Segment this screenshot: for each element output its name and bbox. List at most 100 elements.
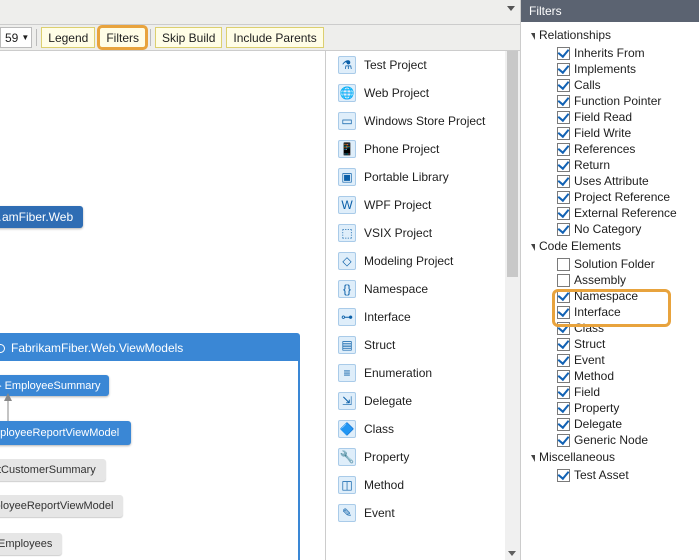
diagram-canvas[interactable]: …amFiber.Web FabrikamFiber.Web.ViewModel… <box>0 51 325 560</box>
node-root[interactable]: …amFiber.Web <box>0 206 83 228</box>
filter-checkbox-row[interactable]: Calls <box>521 77 699 93</box>
checkbox[interactable] <box>557 354 570 367</box>
toolbox-item[interactable]: 🔧Property <box>328 443 520 471</box>
checkbox[interactable] <box>557 258 570 271</box>
node-employees[interactable]: Employees <box>0 533 62 555</box>
overflow-chevron-icon[interactable] <box>507 6 515 11</box>
include-parents-label: Include Parents <box>233 31 316 45</box>
filter-checkbox-row[interactable]: No Category <box>521 221 699 237</box>
checkbox[interactable] <box>557 63 570 76</box>
group-header[interactable]: FabrikamFiber.Web.ViewModels <box>0 335 298 361</box>
checkbox[interactable] <box>557 290 570 303</box>
filter-checkbox-row[interactable]: Return <box>521 157 699 173</box>
checkbox[interactable] <box>557 143 570 156</box>
checkbox[interactable] <box>557 111 570 124</box>
toolbox-item[interactable]: ◇Modeling Project <box>328 247 520 275</box>
toolbox-item[interactable]: ◫Method <box>328 471 520 499</box>
checkbox[interactable] <box>557 338 570 351</box>
toolbox-item[interactable]: ⇲Delegate <box>328 387 520 415</box>
toolbox-item[interactable]: ▤Struct <box>328 331 520 359</box>
checkbox[interactable] <box>557 127 570 140</box>
node-report-vm-1[interactable]: nployeeReportViewModel <box>0 421 131 445</box>
filter-checkbox-row[interactable]: Implements <box>521 61 699 77</box>
checkbox[interactable] <box>557 274 570 287</box>
toolbox-item[interactable]: ⚗Test Project <box>328 51 520 79</box>
checkbox[interactable] <box>557 434 570 447</box>
include-parents-button[interactable]: Include Parents <box>226 27 323 48</box>
filter-checkbox-row[interactable]: Generic Node <box>521 432 699 448</box>
checkbox[interactable] <box>557 223 570 236</box>
toolbox-item[interactable]: 🌐 Web Project <box>328 79 520 107</box>
checkbox[interactable] <box>557 418 570 431</box>
filter-checkbox-row[interactable]: External Reference <box>521 205 699 221</box>
filters-panel: Filters RelationshipsInherits FromImplem… <box>520 0 699 560</box>
toolbox-item[interactable]: {}Namespace <box>328 275 520 303</box>
checkbox[interactable] <box>557 175 570 188</box>
filters-label: Filters <box>106 31 139 45</box>
scroll-down-icon[interactable] <box>508 551 516 556</box>
toolbox-item-label: VSIX Project <box>364 226 432 240</box>
zoom-value: 59 <box>5 31 18 45</box>
toolbox-item-label: Delegate <box>364 394 412 408</box>
checkbox[interactable] <box>557 207 570 220</box>
filter-checkbox-row[interactable]: Test Asset <box>521 467 699 483</box>
filter-checkbox-row[interactable]: Property <box>521 400 699 416</box>
checkbox[interactable] <box>557 322 570 335</box>
toolbox-item[interactable]: ⊶Interface <box>328 303 520 331</box>
filter-checkbox-row[interactable]: Function Pointer <box>521 93 699 109</box>
toolbox-item-label: Web Project <box>364 86 429 100</box>
scrollbar[interactable] <box>505 51 520 560</box>
filter-checkbox-row[interactable]: Interface <box>521 304 699 320</box>
filter-checkbox-row[interactable]: Struct <box>521 336 699 352</box>
checkbox[interactable] <box>557 386 570 399</box>
filter-checkbox-row[interactable]: Assembly <box>521 272 699 288</box>
filter-checkbox-row[interactable]: Method <box>521 368 699 384</box>
skip-build-label: Skip Build <box>162 31 215 45</box>
toolbox-item[interactable]: ⬚VSIX Project <box>328 219 520 247</box>
filter-checkbox-row[interactable]: Uses Attribute <box>521 173 699 189</box>
toolbox-item[interactable]: ✎Event <box>328 499 520 527</box>
toolbox-item[interactable]: ≡Enumeration <box>328 359 520 387</box>
checkbox[interactable] <box>557 402 570 415</box>
namespace-icon <box>0 344 5 353</box>
checkbox[interactable] <box>557 95 570 108</box>
node-report-vm-2[interactable]: iployeeReportViewModel <box>0 495 123 517</box>
toolbox-item[interactable]: 📱Phone Project <box>328 135 520 163</box>
group-viewmodels[interactable]: FabrikamFiber.Web.ViewModels ▸ EmployeeS… <box>0 333 300 560</box>
checkbox[interactable] <box>557 469 570 482</box>
checkbox[interactable] <box>557 370 570 383</box>
toolbox-item[interactable]: WWPF Project <box>328 191 520 219</box>
filter-checkbox-row[interactable]: Class <box>521 320 699 336</box>
filters-button[interactable]: Filters <box>99 27 146 48</box>
filter-item-label: Inherits From <box>574 46 645 60</box>
filter-checkbox-row[interactable]: Namespace <box>521 288 699 304</box>
filter-checkbox-row[interactable]: Field Read <box>521 109 699 125</box>
filter-checkbox-row[interactable]: Solution Folder <box>521 256 699 272</box>
node-customer-summary[interactable]: tCustomerSummary <box>0 459 106 481</box>
checkbox[interactable] <box>557 159 570 172</box>
checkbox[interactable] <box>557 47 570 60</box>
checkbox[interactable] <box>557 306 570 319</box>
legend-button[interactable]: Legend <box>41 27 95 48</box>
filter-checkbox-row[interactable]: Field <box>521 384 699 400</box>
filter-checkbox-row[interactable]: Event <box>521 352 699 368</box>
filter-checkbox-row[interactable]: Delegate <box>521 416 699 432</box>
filter-group-label: Code Elements <box>539 239 621 253</box>
skip-build-button[interactable]: Skip Build <box>155 27 222 48</box>
toolbox-item[interactable]: ▣Portable Library <box>328 163 520 191</box>
checkbox[interactable] <box>557 79 570 92</box>
toolbox-list[interactable]: ⚗Test Project 🌐 Web Project ▭Windows Store … <box>326 51 520 560</box>
filter-group-header[interactable]: Miscellaneous <box>521 448 699 466</box>
toolbox-item[interactable]: 🔷Class <box>328 415 520 443</box>
filter-checkbox-row[interactable]: References <box>521 141 699 157</box>
filter-checkbox-row[interactable]: Inherits From <box>521 45 699 61</box>
toolbox-item[interactable]: ▭Windows Store Project <box>328 107 520 135</box>
filter-checkbox-row[interactable]: Field Write <box>521 125 699 141</box>
checkbox[interactable] <box>557 191 570 204</box>
scrollbar-thumb[interactable] <box>507 51 518 277</box>
toolbox-item-icon: 🌐 <box>338 84 356 102</box>
filter-group-header[interactable]: Relationships <box>521 26 699 44</box>
filter-checkbox-row[interactable]: Project Reference <box>521 189 699 205</box>
zoom-dropdown[interactable]: 59 ▼ <box>0 27 32 48</box>
filter-group-header[interactable]: Code Elements <box>521 237 699 255</box>
